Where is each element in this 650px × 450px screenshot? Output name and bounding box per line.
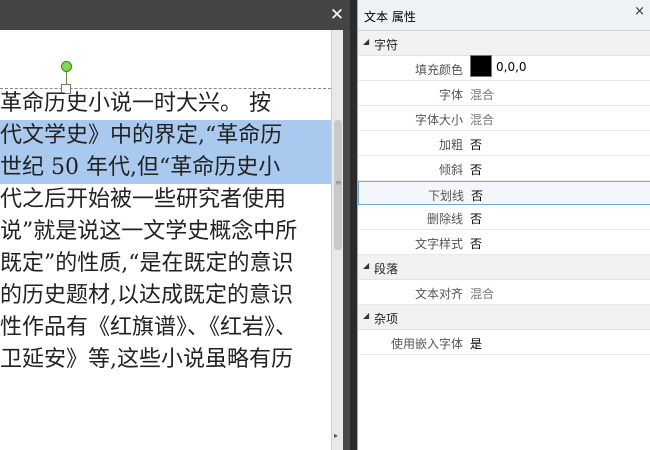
section-header[interactable]: ◢ 字符	[358, 31, 650, 56]
panel-header: 文本 属性 ×	[358, 0, 650, 31]
property-label: 字体大小	[414, 113, 463, 127]
property-row[interactable]: 删除线否	[358, 205, 650, 230]
text-box[interactable]: 革命历史小说一时大兴。 按代文学史》中的界定,“革命历 世纪 50 年代,但“革命…	[0, 88, 331, 376]
property-label: 文字样式	[414, 237, 463, 251]
text-line[interactable]: 的历史题材,以达成既定的意识	[0, 280, 331, 312]
editor-close-button[interactable]: ✕	[328, 6, 346, 24]
property-row[interactable]: 文字样式否	[358, 230, 650, 255]
property-row[interactable]: 填充颜色 0,0,0	[358, 55, 650, 81]
property-value[interactable]: 否	[471, 187, 483, 204]
scrollbar-grip-icon: ≡	[335, 178, 342, 187]
text-line[interactable]: 世纪 50 年代,但“革命历史小	[0, 152, 331, 184]
text-line[interactable]: 说”就是说这一文学史概念中所	[0, 216, 331, 248]
property-value[interactable]: 混合	[470, 285, 494, 302]
property-grid: ◢ 字符 填充颜色 0,0,0 字体 混合 字体大小 混合 加粗否倾斜否下划线否删除线否文字样式…	[358, 31, 650, 355]
section-label: 杂项	[374, 312, 399, 326]
editor-header: ✕	[0, 0, 350, 30]
color-value-text: 0,0,0	[496, 60, 527, 74]
property-row[interactable]: 加粗否	[358, 131, 650, 156]
property-row[interactable]: 字体 混合	[358, 81, 650, 106]
scroll-right-arrow-icon[interactable]: ▸	[334, 432, 342, 440]
panel-close-icon[interactable]: ×	[634, 4, 645, 19]
property-value[interactable]: 混合	[470, 86, 494, 103]
property-value[interactable]: 是	[470, 335, 482, 352]
property-label: 加粗	[438, 138, 463, 152]
property-value[interactable]: 否	[470, 210, 482, 227]
property-value[interactable]: 否	[470, 136, 482, 153]
section-header[interactable]: ◢ 杂项	[358, 305, 650, 330]
property-label: 文本对齐	[414, 287, 463, 301]
property-value[interactable]: 0,0,0	[470, 55, 527, 77]
rotate-handle[interactable]	[61, 61, 72, 72]
document-canvas[interactable]: 革命历史小说一时大兴。 按代文学史》中的界定,“革命历 世纪 50 年代,但“革命…	[0, 30, 331, 450]
editor-pane: ✕ 革命历史小说一时大兴。 按代文学史》中的界定,“革命历 世纪 50 年代,但“…	[0, 0, 350, 450]
pane-splitter[interactable]	[343, 30, 350, 450]
property-row[interactable]: 字体大小 混合	[358, 106, 650, 131]
property-label: 字体	[438, 88, 463, 102]
property-row[interactable]: 倾斜否	[358, 156, 650, 181]
property-row[interactable]: 文本对齐 混合	[358, 280, 650, 305]
property-label: 下划线	[427, 189, 464, 203]
section-label: 字符	[374, 38, 399, 52]
color-swatch[interactable]	[470, 55, 492, 77]
collapse-triangle-icon[interactable]: ◢	[363, 37, 369, 46]
property-label: 倾斜	[438, 163, 463, 177]
collapse-triangle-icon[interactable]: ◢	[363, 261, 369, 270]
text-line[interactable]: 卫延安》等,这些小说虽略有历	[0, 344, 331, 376]
property-value[interactable]: 否	[470, 235, 482, 252]
panel-title: 文本 属性	[364, 10, 416, 24]
text-line[interactable]: 革命历史小说一时大兴。 按	[0, 88, 331, 120]
collapse-triangle-icon[interactable]: ◢	[363, 311, 369, 320]
text-line[interactable]: 代文学史》中的界定,“革命历	[0, 120, 331, 152]
property-row[interactable]: 使用嵌入字体是	[358, 330, 650, 355]
property-value[interactable]: 混合	[470, 111, 494, 128]
section-label: 段落	[374, 262, 399, 276]
text-line[interactable]: 性作品有《红旗谱》、《红岩》、	[0, 312, 331, 344]
properties-panel: 文本 属性 × ◢ 字符 填充颜色 0,0,0 字体 混合 字体大小 混合 加粗否倾斜否下划线否…	[357, 0, 650, 450]
section-header[interactable]: ◢ 段落	[358, 255, 650, 280]
property-row[interactable]: 下划线否	[358, 181, 650, 205]
text-line[interactable]: 既定”的性质,“是在既定的意识	[0, 248, 331, 280]
property-label: 填充颜色	[414, 63, 463, 77]
property-label: 删除线	[426, 212, 463, 226]
text-line[interactable]: 代之后开始被一些研究者使用	[0, 184, 331, 216]
property-label: 使用嵌入字体	[390, 337, 463, 351]
property-value[interactable]: 否	[470, 161, 482, 178]
